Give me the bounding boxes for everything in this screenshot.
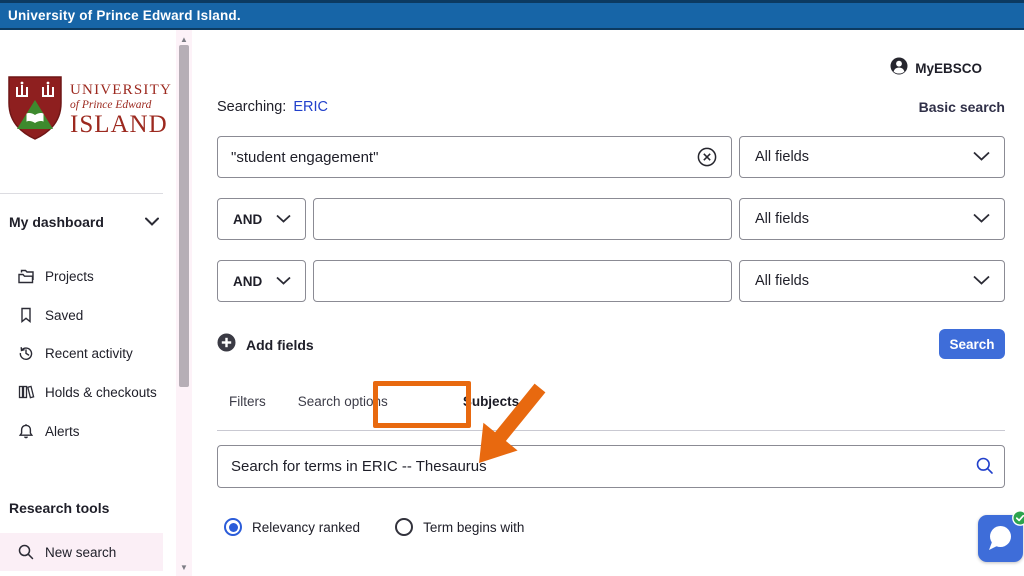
fields-select-1[interactable]: All fields xyxy=(739,136,1005,178)
clear-input-icon[interactable] xyxy=(697,147,717,167)
chevron-down-icon xyxy=(973,210,990,228)
sidebar-item-label: New search xyxy=(45,545,116,560)
sidebar-item-new-search[interactable]: New search xyxy=(0,533,163,571)
sidebar-item-label: Projects xyxy=(45,269,94,284)
upei-crest-icon xyxy=(7,75,63,146)
search-term-input-3[interactable] xyxy=(313,260,732,302)
database-link[interactable]: ERIC xyxy=(293,99,328,115)
research-tools-heading: Research tools xyxy=(9,500,109,516)
sidebar-item-label: Recent activity xyxy=(45,346,133,361)
fields-select-3[interactable]: All fields xyxy=(739,260,1005,302)
chevron-down-icon xyxy=(276,272,291,290)
chevron-down-icon xyxy=(145,213,159,231)
folder-icon xyxy=(17,267,35,285)
plus-circle-icon xyxy=(217,333,236,357)
chevron-down-icon xyxy=(973,148,990,166)
chevron-down-icon xyxy=(276,210,291,228)
search-term-input-1[interactable] xyxy=(217,136,732,178)
tabs-divider xyxy=(217,430,1005,431)
add-fields-label: Add fields xyxy=(246,337,314,353)
basic-search-link[interactable]: Basic search xyxy=(919,99,1005,115)
thesaurus-search-input[interactable] xyxy=(217,445,1005,488)
bell-icon xyxy=(17,422,35,440)
tab-bar: Filters Search options Subjects xyxy=(229,394,519,409)
radio-selected-icon xyxy=(224,518,242,536)
my-dashboard-label: My dashboard xyxy=(9,214,104,230)
sidebar-my-dashboard[interactable]: My dashboard xyxy=(9,213,159,231)
searching-line: Searching: ERIC xyxy=(217,99,328,115)
person-circle-icon xyxy=(890,57,908,80)
tab-filters[interactable]: Filters xyxy=(229,394,266,409)
sidebar-item-alerts[interactable]: Alerts xyxy=(0,418,163,444)
books-icon xyxy=(17,383,35,401)
radio-relevancy-ranked[interactable]: Relevancy ranked xyxy=(224,518,360,536)
sidebar-item-label: Alerts xyxy=(45,424,80,439)
sidebar-item-saved[interactable]: Saved xyxy=(0,302,163,328)
chevron-down-icon xyxy=(973,272,990,290)
searching-label: Searching: xyxy=(217,99,286,115)
sidebar-item-label: Saved xyxy=(45,308,83,323)
scroll-down-icon[interactable]: ▼ xyxy=(176,560,192,574)
search-icon[interactable] xyxy=(975,456,995,476)
sidebar-item-recent-activity[interactable]: Recent activity xyxy=(0,340,163,366)
upei-logo-text: UNIVERSITY of Prince Edward ISLAND xyxy=(70,83,172,138)
chat-online-badge-icon xyxy=(1012,510,1024,526)
top-bar: University of Prince Edward Island. xyxy=(0,0,1024,30)
myebsco-account-button[interactable]: MyEBSCO xyxy=(890,57,982,80)
operator-select-3[interactable]: AND xyxy=(217,260,306,302)
institution-title: University of Prince Edward Island. xyxy=(8,8,241,23)
sidebar-divider xyxy=(0,193,163,194)
search-icon xyxy=(17,543,35,561)
search-button[interactable]: Search xyxy=(939,329,1005,359)
sidebar: UNIVERSITY of Prince Edward ISLAND My da… xyxy=(0,30,176,576)
scrollbar-thumb[interactable] xyxy=(179,45,189,387)
radio-unselected-icon xyxy=(395,518,413,536)
scroll-up-icon[interactable]: ▲ xyxy=(176,32,192,46)
tab-subjects[interactable]: Subjects xyxy=(463,394,519,409)
fields-select-2[interactable]: All fields xyxy=(739,198,1005,240)
thesaurus-sort-options: Relevancy ranked Term begins with xyxy=(224,518,524,536)
sidebar-scrollbar[interactable]: ▲ ▼ xyxy=(176,30,192,576)
upei-logo[interactable]: UNIVERSITY of Prince Edward ISLAND xyxy=(7,74,165,146)
sidebar-item-projects[interactable]: Projects xyxy=(0,263,163,289)
history-icon xyxy=(17,344,35,362)
bookmark-icon xyxy=(17,306,35,324)
account-label: MyEBSCO xyxy=(915,61,982,76)
sidebar-item-holds-checkouts[interactable]: Holds & checkouts xyxy=(0,379,163,405)
sidebar-item-label: Holds & checkouts xyxy=(45,385,157,400)
chat-button[interactable] xyxy=(978,515,1023,562)
add-fields-button[interactable]: Add fields xyxy=(217,333,314,357)
tab-search-options[interactable]: Search options xyxy=(298,394,388,409)
main-content: MyEBSCO Searching: ERIC Basic search All … xyxy=(192,30,1024,576)
operator-select-2[interactable]: AND xyxy=(217,198,306,240)
radio-term-begins-with[interactable]: Term begins with xyxy=(395,518,524,536)
search-term-input-2[interactable] xyxy=(313,198,732,240)
